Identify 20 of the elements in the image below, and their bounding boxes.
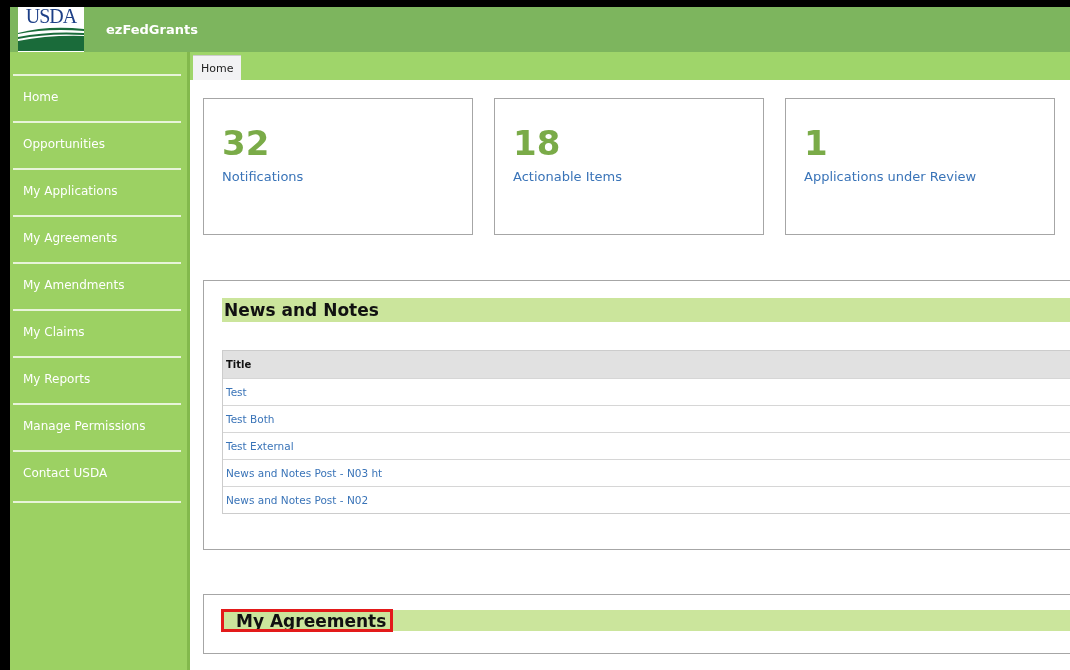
summary-card[interactable]: 1 Applications under Review [785,98,1055,235]
count: 32 [222,123,271,163]
section-heading: News and Notes [222,298,1070,322]
card-link[interactable]: Actionable Items [513,169,745,184]
app-name: ezFedGrants [106,22,198,37]
news-link[interactable]: Test Both [223,406,1070,432]
news-link[interactable]: Test External [223,433,1070,459]
logo-text: USDA [25,7,77,25]
news-link[interactable]: News and Notes Post - N03 ht [223,460,1070,486]
section-heading: My Agreements [222,610,393,631]
count: 18 [513,123,562,163]
news-link[interactable]: Test [223,379,1070,405]
summary-card[interactable]: 32 Notifications [203,98,473,235]
column-header: Title [225,358,253,372]
news-link[interactable]: News and Notes Post - N02 [223,487,1070,513]
card-link[interactable]: Applications under Review [804,169,1036,184]
summary-card[interactable]: 18 Actionable Items [494,98,764,235]
card-link[interactable]: Notifications [222,169,454,184]
tab[interactable]: Home [193,55,242,80]
count: 1 [804,123,829,163]
